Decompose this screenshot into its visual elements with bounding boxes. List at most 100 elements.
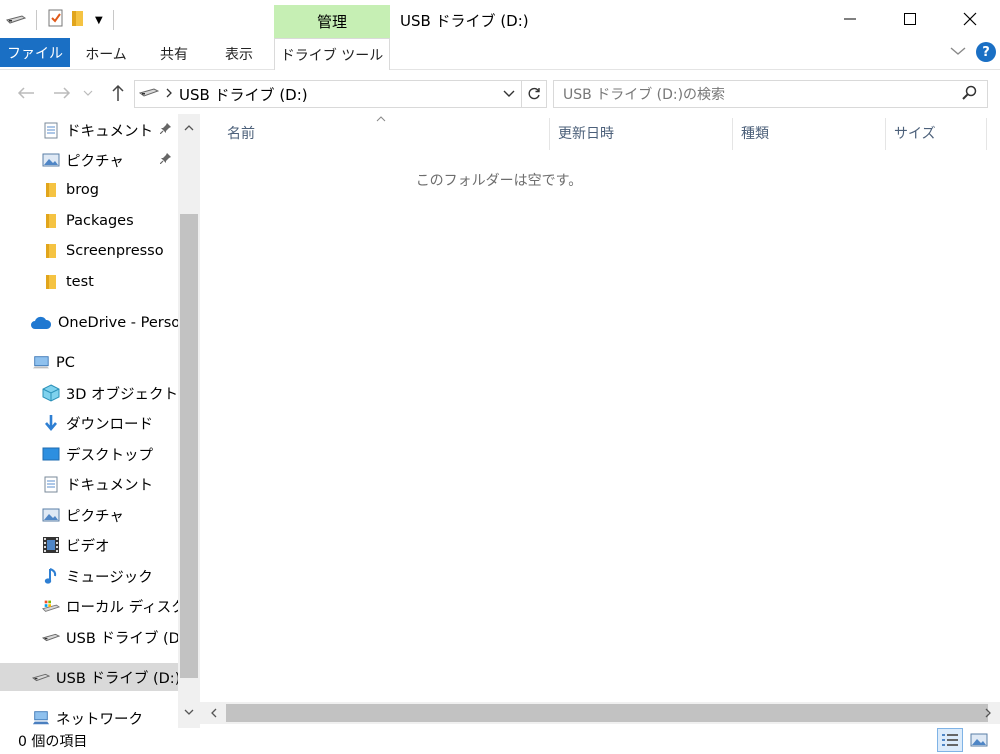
nav-item-packages[interactable]: Packages: [0, 207, 178, 235]
nav-item-3d-objects[interactable]: 3D オブジェクト: [0, 379, 178, 407]
nav-item-usb-drive-root[interactable]: USB ドライブ (D:): [0, 663, 178, 691]
up-button[interactable]: [106, 81, 130, 105]
folder-icon: [42, 212, 60, 230]
nav-item-label: Screenpresso: [66, 243, 164, 259]
recent-locations-button[interactable]: [80, 81, 96, 105]
document-icon: [42, 475, 60, 493]
nav-item-label: OneDrive - Person: [58, 315, 178, 331]
nav-item-label: ビデオ: [66, 538, 110, 555]
help-button[interactable]: ?: [976, 42, 996, 62]
column-divider[interactable]: [732, 118, 733, 150]
new-folder-icon[interactable]: [71, 9, 87, 31]
column-header-date-modified[interactable]: 更新日時: [558, 116, 728, 150]
details-view-button[interactable]: [937, 728, 963, 752]
up-arrow-icon: [112, 84, 124, 101]
document-icon: [42, 121, 60, 139]
minimize-button[interactable]: [820, 0, 880, 38]
nav-item-network[interactable]: ネットワーク: [0, 704, 178, 728]
forward-arrow-icon: [54, 87, 71, 99]
refresh-button[interactable]: [521, 80, 547, 108]
column-header-type[interactable]: 種類: [741, 116, 881, 150]
nav-item-label: デスクトップ: [66, 447, 153, 464]
nav-item-label: ダウンロード: [66, 416, 153, 433]
breadcrumb-current[interactable]: USB ドライブ (D:): [179, 84, 308, 105]
column-header-size[interactable]: サイズ: [894, 116, 984, 150]
back-button[interactable]: [14, 81, 38, 105]
nav-item-pc[interactable]: PC: [0, 349, 178, 377]
nav-item-label: test: [66, 274, 94, 290]
music-icon: [42, 567, 60, 585]
nav-item-onedrive[interactable]: OneDrive - Person: [0, 309, 178, 337]
scroll-up-icon[interactable]: [178, 118, 200, 138]
column-divider[interactable]: [549, 118, 550, 150]
nav-item-pictures-quick[interactable]: ピクチャ: [0, 146, 178, 174]
nav-item-documents[interactable]: ドキュメント: [0, 470, 178, 498]
nav-item-label: 3D オブジェクト: [66, 386, 178, 403]
drive-icon[interactable]: [6, 11, 27, 29]
details-view-icon: [942, 734, 958, 746]
file-list: 名前 更新日時 種類 サイズ このフォルダーは空です。: [200, 114, 1000, 728]
nav-item-label: ローカル ディスク (C: [66, 599, 178, 616]
picture-icon: [42, 151, 60, 169]
usb-drive-icon: [138, 86, 160, 102]
nav-item-music[interactable]: ミュージック: [0, 562, 178, 590]
address-bar[interactable]: USB ドライブ (D:): [134, 80, 522, 108]
ribbon-controls: ?: [950, 42, 996, 62]
nav-item-local-disk[interactable]: ローカル ディスク (C: [0, 592, 178, 620]
nav-item-label: brog: [66, 182, 99, 198]
onedrive-icon: [30, 314, 52, 332]
folder-icon: [42, 273, 60, 291]
minimize-icon: [844, 18, 856, 20]
maximize-button[interactable]: [880, 0, 940, 38]
customize-toolbar-dropdown-icon[interactable]: ▼: [95, 15, 103, 26]
download-icon: [42, 414, 60, 432]
horizontal-scrollbar-thumb[interactable]: [226, 704, 988, 722]
navigation-pane: ドキュメント ピクチャ brog Packages Screenpresso t…: [0, 114, 200, 728]
local-disk-icon: [42, 597, 60, 615]
expand-ribbon-icon[interactable]: [950, 44, 966, 60]
search-input[interactable]: USB ドライブ (D:)の検索: [563, 84, 962, 104]
search-icon[interactable]: [962, 85, 977, 104]
refresh-icon: [528, 87, 540, 100]
nav-item-label: PC: [56, 355, 75, 371]
nav-item-downloads[interactable]: ダウンロード: [0, 409, 178, 437]
tab-drive-tools[interactable]: ドライブ ツール: [274, 38, 390, 70]
address-dropdown-icon[interactable]: [503, 86, 515, 102]
tab-share[interactable]: 共有: [150, 38, 198, 69]
toolbar-separator: [112, 10, 114, 30]
nav-item-usb-drive[interactable]: USB ドライブ (D:): [0, 623, 178, 651]
3d-objects-icon: [42, 384, 60, 402]
column-divider[interactable]: [986, 118, 987, 150]
large-icons-view-button[interactable]: [966, 728, 992, 752]
column-divider[interactable]: [885, 118, 886, 150]
nav-item-test[interactable]: test: [0, 268, 178, 296]
scroll-down-icon[interactable]: [178, 702, 200, 722]
picture-icon: [42, 506, 60, 524]
column-header-name[interactable]: 名前: [227, 116, 547, 150]
properties-icon[interactable]: [47, 9, 65, 31]
search-box[interactable]: USB ドライブ (D:)の検索: [553, 80, 988, 108]
ribbon-tab-bar: ファイル ホーム 共有 表示 ドライブ ツール ?: [0, 38, 1000, 70]
forward-button[interactable]: [50, 81, 74, 105]
nav-item-pictures[interactable]: ピクチャ: [0, 501, 178, 529]
nav-scrollbar-thumb[interactable]: [180, 214, 198, 678]
nav-item-documents-quick[interactable]: ドキュメント: [0, 116, 178, 144]
nav-item-videos[interactable]: ビデオ: [0, 531, 178, 559]
nav-item-desktop[interactable]: デスクトップ: [0, 440, 178, 468]
close-button[interactable]: [940, 0, 1000, 38]
nav-item-brog[interactable]: brog: [0, 176, 178, 204]
nav-item-label: ピクチャ: [66, 508, 124, 525]
nav-item-label: USB ドライブ (D:): [56, 670, 178, 687]
nav-item-screenpresso[interactable]: Screenpresso: [0, 237, 178, 265]
tab-manage[interactable]: 管理: [274, 5, 390, 38]
tab-home[interactable]: ホーム: [78, 38, 134, 69]
usb-drive-icon: [32, 668, 50, 686]
tab-file[interactable]: ファイル: [0, 38, 70, 67]
breadcrumb-separator-icon[interactable]: [165, 87, 173, 101]
quick-access-toolbar: ▼: [6, 8, 118, 32]
scroll-left-icon[interactable]: [206, 704, 222, 722]
nav-item-label: ミュージック: [66, 569, 153, 586]
address-row: USB ドライブ (D:) USB ドライブ (D:)の検索: [0, 72, 1000, 114]
tab-view[interactable]: 表示: [214, 38, 264, 69]
scroll-right-icon[interactable]: [980, 704, 996, 722]
